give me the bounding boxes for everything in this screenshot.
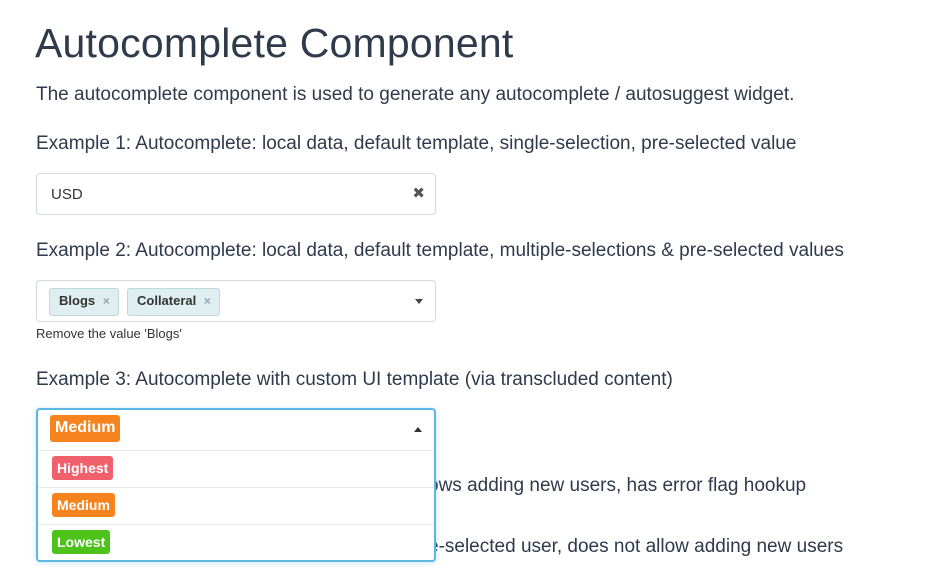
close-icon[interactable]: ✖	[412, 184, 425, 202]
priority-autocomplete-dropdown[interactable]: Medium Highest Medium Lowest	[36, 408, 436, 562]
example-2-label: Example 2: Autocomplete: local data, def…	[36, 240, 844, 261]
remove-tag-icon[interactable]: ×	[204, 294, 211, 308]
tag-label: Blogs	[59, 293, 96, 308]
remove-blogs-link[interactable]: Remove the value 'Blogs'	[36, 326, 182, 341]
priority-selected-field[interactable]: Medium	[38, 410, 434, 451]
chevron-up-icon[interactable]	[414, 427, 422, 432]
option-lowest[interactable]: Lowest	[38, 525, 434, 562]
priority-badge: Lowest	[52, 530, 111, 554]
currency-autocomplete-input[interactable]: USD ✖	[36, 173, 436, 215]
chevron-down-icon[interactable]	[415, 299, 423, 304]
tag-label: Collateral	[137, 293, 197, 308]
page-title: Autocomplete Component	[35, 20, 514, 66]
example-3-label: Example 3: Autocomplete with custom UI t…	[36, 369, 673, 390]
option-medium[interactable]: Medium	[38, 488, 434, 525]
priority-badge: Medium	[52, 493, 115, 517]
page: Autocomplete Component The autocomplete …	[0, 0, 942, 582]
tag-blogs: Blogs ×	[49, 288, 119, 316]
page-description: The autocomplete component is used to ge…	[36, 84, 795, 105]
remove-tag-icon[interactable]: ×	[103, 294, 110, 308]
option-highest[interactable]: Highest	[38, 451, 434, 488]
tag-collateral: Collateral ×	[127, 288, 220, 316]
selected-priority-badge: Medium	[50, 415, 121, 442]
selected-value: USD	[51, 186, 83, 203]
multi-select-autocomplete-input[interactable]: Blogs × Collateral ×	[36, 280, 436, 322]
example-1-label: Example 1: Autocomplete: local data, def…	[36, 133, 797, 154]
priority-badge: Highest	[52, 456, 114, 480]
